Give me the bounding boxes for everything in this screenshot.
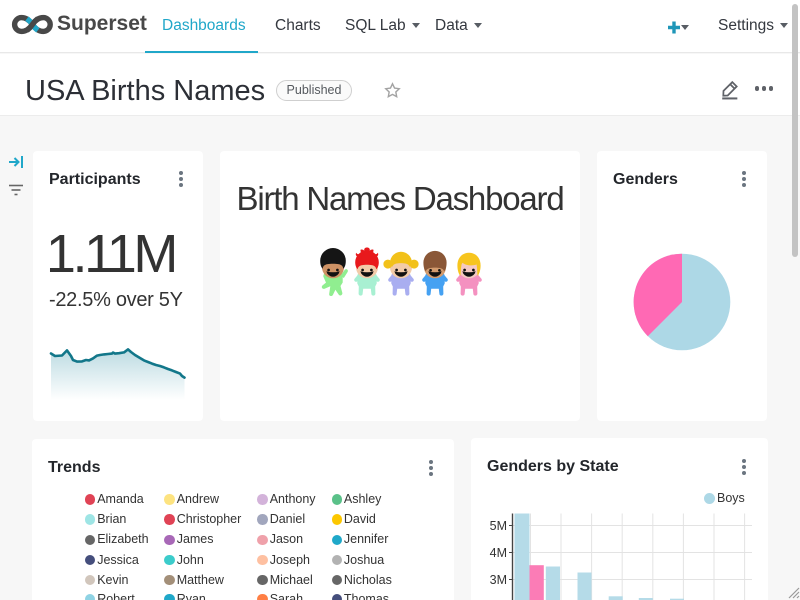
svg-text:5M: 5M [490,519,507,533]
svg-text:4M: 4M [490,546,507,560]
svg-text:3M: 3M [490,573,507,587]
